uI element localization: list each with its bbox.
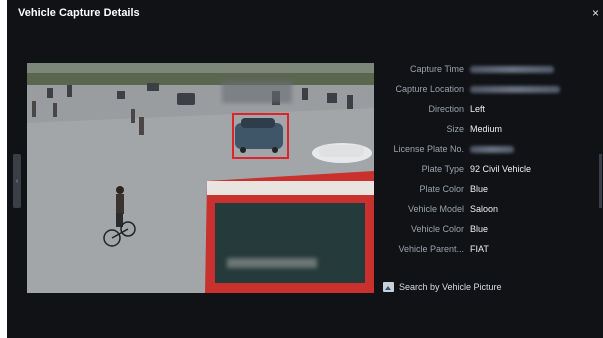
detail-label: Vehicle Color xyxy=(410,224,464,234)
previous-capture-handle[interactable]: ‹ xyxy=(13,154,21,208)
detail-row: Capture Location xyxy=(379,79,601,99)
detail-value: Saloon xyxy=(470,204,499,214)
detail-label: License Plate No. xyxy=(393,144,464,154)
vehicle-capture-dialog: Vehicle Capture Details × ‹ Capture Time… xyxy=(7,0,603,338)
obscured-value xyxy=(470,66,554,74)
detail-value xyxy=(470,84,560,94)
detail-value: Blue xyxy=(470,184,489,194)
detail-value: 92 Civil Vehicle xyxy=(470,164,532,174)
detail-value: Medium xyxy=(470,124,503,134)
detail-row: Direction Left xyxy=(379,99,601,119)
search-by-vehicle-picture-link[interactable]: Search by Vehicle Picture xyxy=(383,282,502,292)
detail-label: Vehicle Parent... xyxy=(398,244,464,254)
detail-row: Vehicle Color Blue xyxy=(379,219,601,239)
detail-label: Capture Location xyxy=(395,84,464,94)
close-icon[interactable]: × xyxy=(592,6,599,20)
capture-details: Capture Time Capture Location Direction Lef… xyxy=(379,59,601,259)
picture-search-icon xyxy=(383,282,394,292)
obscured-value xyxy=(470,146,514,154)
detail-row: Size Medium xyxy=(379,119,601,139)
detail-label: Capture Time xyxy=(409,64,464,74)
search-by-vehicle-picture-label: Search by Vehicle Picture xyxy=(399,282,502,292)
detail-row: Vehicle Model Saloon xyxy=(379,199,601,219)
detail-value xyxy=(470,144,514,154)
detail-row: Vehicle Parent... FIAT xyxy=(379,239,601,259)
detail-label: Size xyxy=(446,124,464,134)
capture-image xyxy=(27,63,374,293)
detail-value xyxy=(470,64,554,74)
obscured-value xyxy=(470,86,560,94)
detail-row: Plate Type 92 Civil Vehicle xyxy=(379,159,601,179)
detail-value: Blue xyxy=(470,224,489,234)
detail-value: Left xyxy=(470,104,486,114)
detail-label: Plate Color xyxy=(419,184,464,194)
detail-row: Capture Time xyxy=(379,59,601,79)
detail-row: License Plate No. xyxy=(379,139,601,159)
detail-label: Vehicle Model xyxy=(407,204,464,214)
detail-row: Plate Color Blue xyxy=(379,179,601,199)
detail-label: Plate Type xyxy=(421,164,464,174)
dialog-title: Vehicle Capture Details xyxy=(18,7,140,19)
detail-value: FIAT xyxy=(470,244,489,254)
detail-label: Direction xyxy=(428,104,464,114)
